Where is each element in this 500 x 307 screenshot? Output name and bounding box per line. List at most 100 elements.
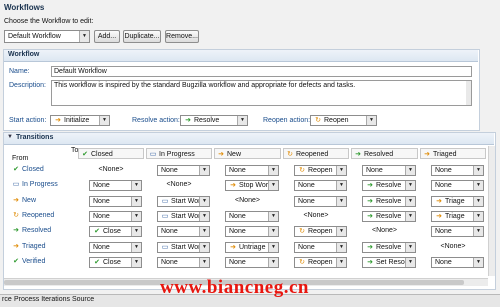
transition-select[interactable]: None ▼: [431, 256, 484, 268]
transition-select-value: Untriage: [239, 243, 266, 251]
transition-select[interactable]: ✔ Close ▼: [89, 256, 142, 268]
chevron-down-icon: ▼: [131, 242, 141, 252]
chevron-down-icon: ▼: [473, 181, 483, 191]
new-arrow-icon: ➜: [230, 243, 236, 251]
transition-select[interactable]: ↻ Reopen ▼: [294, 165, 347, 176]
resolve-action-select[interactable]: ➜ Resolve ▼: [180, 115, 248, 126]
transition-select-value: None: [435, 228, 452, 236]
chevron-down-icon: ▼: [237, 116, 247, 125]
name-label: Name:: [9, 68, 30, 75]
watermark: www.biancneg.cn: [160, 277, 309, 298]
in-progress-icon: ▭: [161, 243, 169, 251]
transition-select-value: Resolve: [376, 243, 402, 251]
transition-select[interactable]: None ▼: [157, 165, 210, 176]
transition-select[interactable]: None ▼: [431, 165, 484, 176]
transition-select[interactable]: None ▼: [431, 180, 484, 192]
transition-select[interactable]: ➜ Resolve ▼: [362, 210, 416, 222]
transition-select-value: None: [229, 212, 246, 220]
triage-arrow-icon: ➜: [424, 151, 430, 158]
transition-select[interactable]: None ▼: [431, 226, 484, 238]
transition-select-value: Resolve: [376, 212, 402, 220]
chevron-down-icon: ▼: [405, 166, 415, 175]
column-header-label: Closed: [91, 151, 113, 158]
transition-select[interactable]: ➜ Untriage ▼: [225, 241, 279, 253]
transition-select[interactable]: ➜ Stop Working ▼: [225, 180, 279, 192]
add-workflow-button[interactable]: Add...: [94, 30, 120, 43]
transition-select[interactable]: None ▼: [294, 180, 347, 192]
chevron-down-icon: ▼: [405, 242, 415, 252]
chevron-down-icon: ▼: [336, 166, 346, 175]
transition-select[interactable]: None ▼: [362, 165, 416, 176]
description-field[interactable]: This workflow is inspired by the standar…: [51, 80, 472, 106]
start-action-select[interactable]: ➜ Initialize ▼: [50, 115, 110, 126]
row-label-text: In Progress: [22, 181, 58, 189]
chevron-down-icon: ▼: [473, 196, 483, 206]
transition-select[interactable]: None ▼: [294, 241, 347, 253]
transition-select[interactable]: ▭ Start Working ▼: [157, 210, 210, 222]
transition-select[interactable]: ➜ Resolve ▼: [362, 180, 416, 192]
reopen-action-label: Reopen action:: [263, 117, 311, 124]
name-field[interactable]: Default Workflow: [51, 66, 472, 77]
transition-select[interactable]: ↻ Reopen ▼: [294, 226, 347, 238]
reopen-action-select[interactable]: ↻ Reopen ▼: [310, 115, 377, 126]
transition-select-value: None: [435, 182, 452, 190]
transition-select[interactable]: None ▼: [225, 226, 279, 238]
transition-select[interactable]: None ▼: [225, 256, 279, 268]
in-progress-icon: ▭: [12, 181, 20, 189]
workflow-select-value: Default Workflow: [8, 33, 61, 40]
reopen-icon: ↻: [315, 117, 321, 124]
description-field-value: This workflow is inspired by the standar…: [54, 82, 356, 89]
row-label-closed: ✔ Closed: [12, 165, 44, 173]
column-header-label: Resolved: [364, 151, 394, 158]
duplicate-workflow-button[interactable]: Duplicate...: [123, 30, 161, 43]
triage-arrow-icon: ➜: [13, 242, 19, 250]
remove-workflow-button[interactable]: Remove...: [165, 30, 199, 43]
chevron-down-icon: ▼: [268, 257, 278, 267]
transition-select[interactable]: None ▼: [225, 165, 279, 176]
transitions-scrollbar[interactable]: [488, 146, 495, 276]
tab-process-iterations-source[interactable]: Process Iterations Source: [14, 296, 94, 303]
transition-cell-none: <None>: [166, 181, 192, 189]
resolve-action-value: Resolve: [194, 117, 220, 124]
collapse-toggle-icon[interactable]: ▼: [7, 134, 13, 140]
transition-select-value: Reopen: [308, 228, 333, 236]
transition-select[interactable]: ↻ Reopen ▼: [294, 256, 347, 268]
description-scrollbar[interactable]: [466, 81, 471, 105]
transition-select-value: None: [298, 182, 315, 190]
transition-select[interactable]: None ▼: [89, 180, 142, 192]
transition-select[interactable]: ▭ Start Working ▼: [157, 195, 210, 207]
transition-cell-none: <None>: [235, 196, 260, 204]
transition-select-value: None: [93, 182, 110, 190]
transition-select[interactable]: None ▼: [225, 210, 279, 222]
tab-rce[interactable]: rce: [2, 296, 12, 303]
transition-select[interactable]: ➜ Resolve ▼: [362, 241, 416, 253]
chevron-down-icon: ▼: [268, 211, 278, 221]
panel-title: Workflows: [4, 3, 45, 12]
transition-select-value: Resolve: [376, 197, 402, 205]
transition-select[interactable]: None ▼: [157, 256, 210, 268]
transition-select[interactable]: ➜ Set Resolved ▼: [362, 256, 416, 268]
workflow-select[interactable]: Default Workflow ▼: [4, 30, 90, 43]
transition-select[interactable]: ▭ Start Working ▼: [157, 241, 210, 253]
transition-select[interactable]: None ▼: [89, 210, 142, 222]
chevron-down-icon: ▼: [199, 242, 209, 252]
transition-select[interactable]: None ▼: [89, 241, 142, 253]
chevron-down-icon: ▼: [131, 196, 141, 206]
resolve-arrow-icon: ➜: [185, 117, 191, 124]
transition-select[interactable]: None ▼: [89, 195, 142, 207]
transition-select[interactable]: None ▼: [157, 226, 210, 238]
resolved-arrow-icon: ➜: [13, 227, 19, 235]
resolved-arrow-icon: ➜: [355, 151, 361, 158]
transition-select[interactable]: ➜ Resolve ▼: [362, 195, 416, 207]
transition-select[interactable]: ➜ Triage ▼: [431, 195, 484, 207]
transition-select-value: None: [93, 212, 110, 220]
workflow-section-header: [4, 50, 478, 62]
transition-select[interactable]: None ▼: [294, 195, 347, 207]
new-arrow-icon: ➜: [230, 182, 236, 190]
transition-select[interactable]: ➜ Triage ▼: [431, 210, 484, 222]
transition-select-value: None: [161, 167, 178, 174]
check-icon: ✔: [94, 228, 100, 236]
chevron-down-icon: ▼: [131, 257, 141, 267]
transition-select[interactable]: ✔ Close ▼: [89, 226, 142, 238]
row-label-reopened: ↻ Reopened: [12, 211, 54, 219]
